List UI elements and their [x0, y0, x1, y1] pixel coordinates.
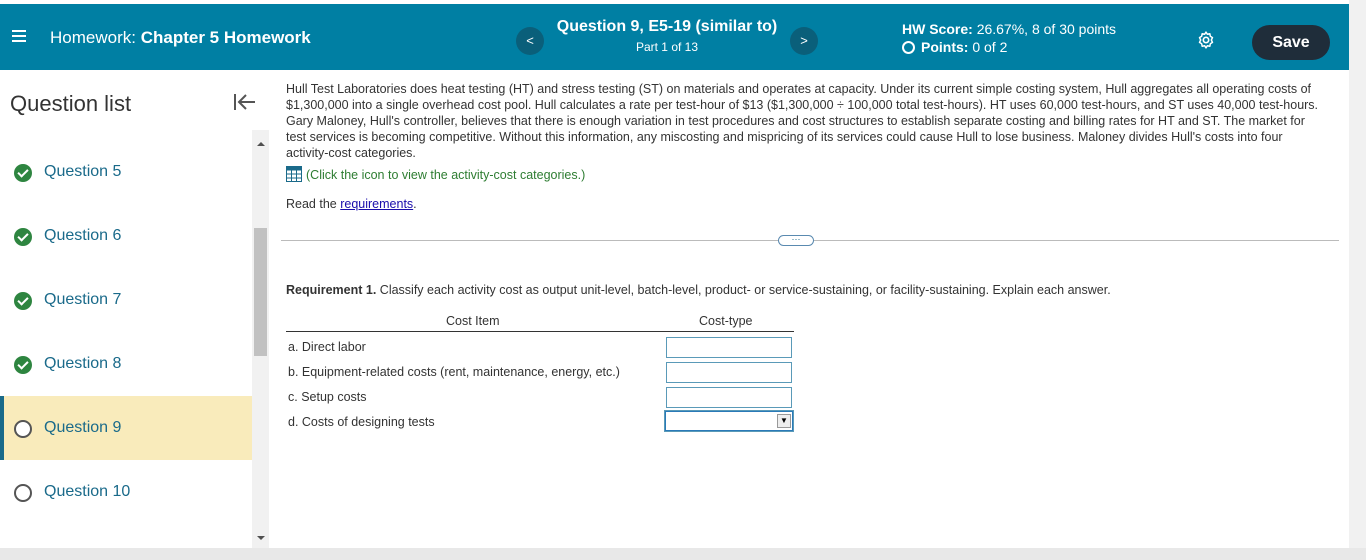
expand-dots-button[interactable]: ···	[778, 235, 814, 246]
table-row: b. Equipment-related costs (rent, mainte…	[286, 360, 794, 385]
next-question-button[interactable]: >	[790, 27, 818, 55]
read-suffix: .	[413, 197, 417, 211]
hw-score: HW Score: 26.67%, 8 of 30 points	[902, 21, 1116, 37]
table-row: c. Setup costs	[286, 385, 794, 410]
collapse-sidebar-icon[interactable]	[233, 92, 257, 112]
question-list-item-current[interactable]: Question 9	[0, 396, 252, 460]
points-value: 0 of 2	[972, 39, 1008, 55]
requirement-label: Requirement 1.	[286, 283, 377, 297]
scroll-down-arrow-icon[interactable]	[257, 536, 265, 540]
points: Points: 0 of 2	[902, 39, 1007, 55]
question-list-item[interactable]: Question 6	[0, 204, 252, 268]
question-content: Hull Test Laboratories does heat testing…	[286, 81, 1326, 211]
question-list-item-label: Question 7	[44, 291, 122, 308]
column-header-cost-item: Cost Item	[446, 314, 500, 328]
checkmark-icon	[14, 164, 32, 182]
table-row: d. Costs of designing tests ▼	[286, 410, 794, 435]
empty-circle-icon	[14, 484, 32, 502]
cost-type-input[interactable]	[666, 387, 792, 408]
empty-circle-icon	[14, 420, 32, 438]
question-list-item[interactable]: Question 10	[0, 460, 252, 524]
requirements-link[interactable]: requirements	[340, 197, 413, 211]
checkmark-icon	[14, 228, 32, 246]
homework-title-prefix: Homework:	[50, 28, 136, 47]
question-list-item[interactable]: Question 7	[0, 268, 252, 332]
bottom-bar	[0, 548, 1366, 560]
hw-score-value: 26.67%, 8 of 30 points	[976, 21, 1117, 37]
question-list-item-label: Question 5	[44, 163, 122, 180]
activity-cost-link-text[interactable]: (Click the icon to view the activity-cos…	[306, 168, 585, 182]
column-header-cost-type: Cost-type	[699, 314, 753, 328]
table-icon[interactable]	[286, 166, 302, 182]
table-row: a. Direct labor	[286, 335, 794, 360]
question-list-title: Question list	[10, 91, 132, 116]
header-bar: Homework: Chapter 5 Homework < Question …	[0, 4, 1349, 70]
question-part: Part 1 of 13	[635, 40, 699, 54]
cost-item-label: c. Setup costs	[288, 390, 367, 404]
question-title: Question 9, E5-19 (similar to)	[556, 18, 778, 35]
checkmark-icon	[14, 292, 32, 310]
read-requirements: Read the requirements.	[286, 196, 417, 212]
cost-item-label: b. Equipment-related costs (rent, mainte…	[288, 365, 620, 379]
hw-score-label: HW Score:	[902, 21, 973, 37]
requirement-text: Classify each activity cost as output un…	[376, 283, 1111, 297]
question-list-item[interactable]: Question 5	[0, 140, 252, 204]
question-list-item-label: Question 10	[44, 483, 131, 500]
points-label: Points:	[921, 39, 969, 55]
question-list-item[interactable]: Question 8	[0, 332, 252, 396]
gear-icon[interactable]	[1196, 30, 1216, 50]
points-circle-icon	[902, 41, 915, 54]
question-list-item-label: Question 9	[44, 419, 122, 436]
cost-item-label: d. Costs of designing tests	[288, 415, 435, 429]
checkmark-icon	[14, 356, 32, 374]
cost-item-label: a. Direct labor	[288, 340, 366, 354]
page-scrollbar[interactable]	[1349, 0, 1366, 560]
question-list-item-label: Question 8	[44, 355, 122, 372]
requirement-1: Requirement 1. Classify each activity co…	[286, 283, 1111, 297]
cost-type-dropdown[interactable]: ▼	[664, 410, 794, 432]
sidebar-scrollbar[interactable]	[252, 130, 269, 548]
menu-icon[interactable]	[12, 30, 26, 42]
read-prefix: Read the	[286, 197, 341, 211]
save-button[interactable]: Save	[1252, 25, 1330, 60]
cost-type-input[interactable]	[666, 362, 792, 383]
question-list-sidebar: Question list Question 5 Question 6 Ques…	[0, 70, 255, 548]
scrollbar-thumb[interactable]	[254, 228, 267, 356]
table-header: Cost Item Cost-type	[286, 312, 794, 332]
problem-text: Hull Test Laboratories does heat testing…	[286, 82, 1319, 160]
dropdown-arrow-icon[interactable]: ▼	[777, 414, 791, 428]
homework-title-name: Chapter 5 Homework	[140, 28, 311, 47]
homework-title: Homework: Chapter 5 Homework	[50, 28, 311, 48]
question-list-item-label: Question 6	[44, 227, 122, 244]
cost-type-input[interactable]	[666, 337, 792, 358]
activity-cost-link[interactable]: (Click the icon to view the activity-cos…	[286, 166, 585, 183]
scroll-up-arrow-icon[interactable]	[257, 142, 265, 146]
